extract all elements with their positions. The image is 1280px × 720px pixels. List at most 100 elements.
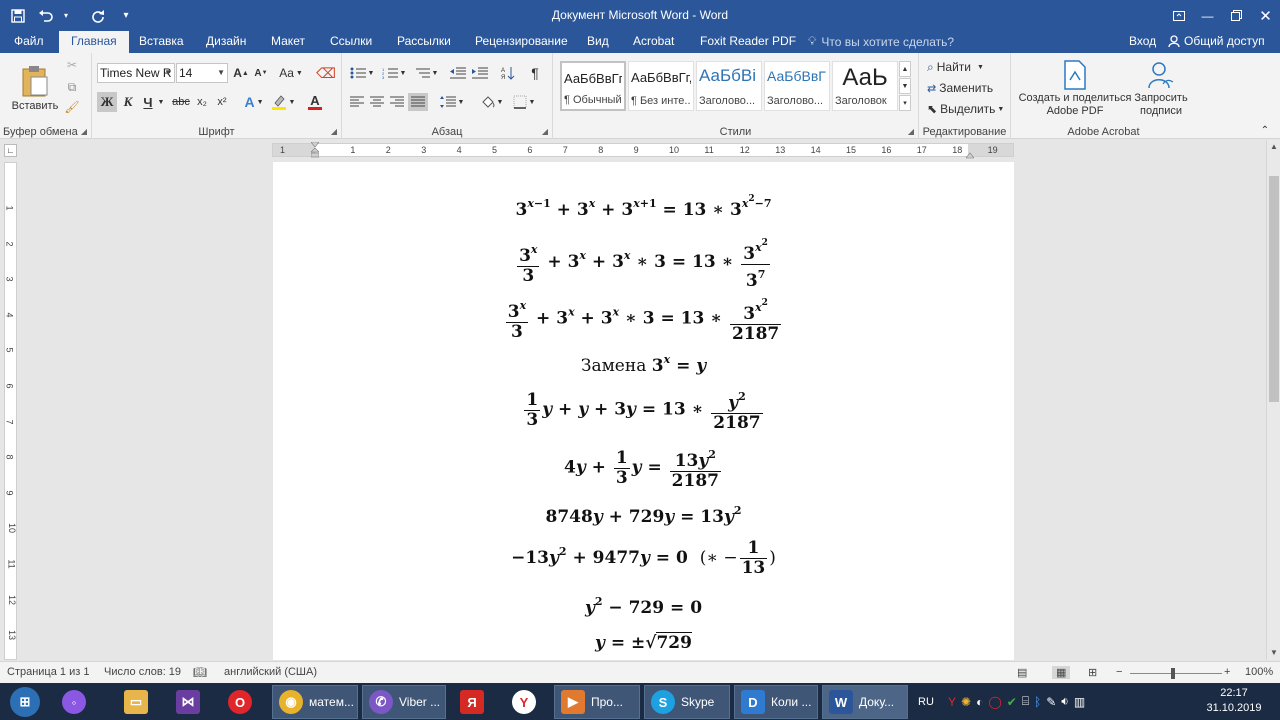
change-case-button[interactable]: Aa ▼	[278, 65, 304, 81]
tab-view[interactable]: Вид	[575, 31, 621, 53]
scroll-up-icon[interactable]: ▲	[1267, 140, 1280, 154]
restore-icon[interactable]	[1222, 0, 1251, 31]
strikethrough-button[interactable]: abc	[169, 92, 193, 112]
tab-design[interactable]: Дизайн	[194, 31, 258, 53]
language-indicator[interactable]: английский (США)	[224, 666, 317, 678]
format-painter-icon[interactable]: 🖌︎	[64, 99, 80, 115]
style-title[interactable]: АаЬ Заголовок	[832, 61, 898, 111]
font-name-box[interactable]: Times New R ▼	[97, 63, 175, 83]
copy-icon[interactable]: ⧉	[64, 79, 80, 95]
right-indent-marker-icon[interactable]	[965, 148, 975, 159]
taskbar-alice[interactable]: ◦	[62, 685, 86, 719]
multilevel-list-icon[interactable]: ▼	[412, 64, 440, 82]
style-no-spacing[interactable]: АаБбВвГг, ¶ Без инте...	[628, 61, 694, 111]
tab-review[interactable]: Рецензирование	[463, 31, 580, 53]
align-left-icon[interactable]	[348, 93, 366, 111]
taskbar-viber[interactable]: ✆ Viber ...	[362, 685, 446, 719]
tab-home[interactable]: Главная	[59, 31, 129, 53]
align-center-icon[interactable]	[368, 93, 386, 111]
style-normal[interactable]: АаБбВвГг, ¶ Обычный	[560, 61, 626, 111]
scroll-down-icon[interactable]: ▼	[1267, 646, 1280, 660]
tab-references[interactable]: Ссылки	[318, 31, 384, 53]
check-tray-icon[interactable]: ✔	[1007, 695, 1017, 709]
styles-launcher-icon[interactable]: ◢	[908, 127, 914, 136]
create-pdf-button[interactable]: Создать и поделиться Adobe PDF	[1015, 57, 1135, 121]
share-button[interactable]: Общий доступ	[1168, 34, 1265, 48]
taskbar-opera[interactable]: O	[228, 685, 252, 719]
taskbar-document-app[interactable]: D Коли ...	[734, 685, 818, 719]
tab-mailings[interactable]: Рассылки	[385, 31, 463, 53]
start-button[interactable]: ⊞	[4, 685, 46, 719]
network-icon[interactable]: ▥	[1074, 695, 1085, 709]
indent-marker-icon[interactable]	[310, 141, 320, 158]
styles-scroll-up-icon[interactable]: ▲	[899, 61, 911, 77]
paste-button[interactable]: Вставить	[8, 58, 62, 118]
increase-indent-icon[interactable]	[470, 64, 490, 82]
horizontal-ruler[interactable]: 1 1 2 3 4 5 6 7 8 9 10 11 12 13 14 15 16 17 18 19	[272, 141, 1014, 159]
subscript-button[interactable]: x₂	[193, 92, 211, 112]
tab-layout[interactable]: Макет	[259, 31, 317, 53]
taskbar-yandex[interactable]: Я	[460, 685, 484, 719]
style-heading-2[interactable]: АаБбВвГ Заголово...	[764, 61, 830, 111]
font-size-box[interactable]: 14 ▼	[176, 63, 228, 83]
tab-foxit[interactable]: Foxit Reader PDF	[688, 31, 808, 53]
volume-icon[interactable]: 🔉︎	[1061, 694, 1069, 709]
bold-button[interactable]: Ж	[97, 92, 117, 112]
word-count[interactable]: Число слов: 19	[104, 666, 181, 678]
page-count[interactable]: Страница 1 из 1	[7, 666, 89, 678]
sort-icon[interactable]: AЯ	[498, 64, 518, 82]
zoom-slider-thumb[interactable]	[1171, 668, 1175, 679]
zoom-out-icon[interactable]: −	[1116, 666, 1122, 678]
sun-tray-icon[interactable]: ✺	[961, 695, 971, 709]
input-language[interactable]: RU	[918, 683, 934, 720]
superscript-button[interactable]: x²	[213, 92, 231, 112]
tab-file[interactable]: Файл	[2, 31, 56, 53]
taskbar-chrome[interactable]: ◉ матем...	[272, 685, 358, 719]
web-layout-icon[interactable]: ⊞	[1088, 666, 1097, 679]
text-effects-icon[interactable]: A ▼	[242, 92, 266, 112]
clear-formatting-icon[interactable]: ⌫	[316, 65, 336, 81]
find-button[interactable]: ⌕ Найти ▼	[927, 58, 984, 76]
shrink-font-button[interactable]: A ▼	[253, 65, 269, 81]
line-spacing-icon[interactable]: ▼	[438, 93, 466, 111]
close-icon[interactable]: ✕	[1251, 0, 1280, 31]
opera-tray-icon[interactable]: ◯	[988, 695, 1001, 709]
style-heading-1[interactable]: АаБбВі Заголово...	[696, 61, 762, 111]
justify-icon[interactable]	[408, 93, 428, 111]
zoom-slider[interactable]	[1130, 673, 1222, 674]
yandex-tray-icon[interactable]: Y	[948, 695, 956, 709]
taskbar-explorer[interactable]: ▭	[124, 685, 148, 719]
pen-tray-icon[interactable]: ✎	[1046, 695, 1056, 709]
zoom-level[interactable]: 100%	[1245, 666, 1273, 678]
document-page[interactable]: 3x−1 + 3x + 3x+1 = 13 ∗ 3x2−7 3x 3 + 3x +…	[273, 162, 1014, 660]
taskbar-word[interactable]: W Доку...	[822, 685, 908, 719]
highlight-color-icon[interactable]: ▼	[270, 92, 296, 112]
tab-insert[interactable]: Вставка	[127, 31, 196, 53]
minimize-icon[interactable]: —	[1193, 0, 1222, 31]
vertical-scrollbar[interactable]: ▲ ▼	[1266, 140, 1280, 660]
font-color-button[interactable]: A	[302, 92, 328, 112]
sign-in-link[interactable]: Вход	[1129, 34, 1156, 48]
select-button[interactable]: ⬉ Выделить ▼	[927, 100, 1004, 118]
clipboard-launcher-icon[interactable]: ◢	[81, 127, 87, 136]
borders-icon[interactable]: ▼	[510, 93, 538, 111]
taskbar-yandex-browser[interactable]: Y	[512, 685, 536, 719]
numbering-icon[interactable]: 1 2 3 ▼	[380, 64, 408, 82]
ribbon-display-options-icon[interactable]	[1164, 0, 1193, 31]
usb-tray-icon[interactable]: ⌸	[1022, 694, 1029, 709]
taskbar-visual-studio[interactable]: ⋈	[176, 685, 200, 719]
tab-selector-icon[interactable]: ∟	[4, 144, 17, 157]
read-mode-icon[interactable]: ▤	[1017, 666, 1027, 679]
replace-button[interactable]: ⇄ Заменить	[927, 79, 993, 97]
game-tray-icon[interactable]: ◐	[976, 695, 983, 709]
bluetooth-tray-icon[interactable]: ᛒ	[1034, 695, 1041, 709]
font-launcher-icon[interactable]: ◢	[331, 127, 337, 136]
vertical-ruler[interactable]: 1 2 3 4 5 6 7 8 9 10 11 12 13	[4, 162, 17, 660]
decrease-indent-icon[interactable]	[448, 64, 468, 82]
underline-dropdown-icon[interactable]: ▼	[157, 92, 165, 112]
scrollbar-thumb[interactable]	[1269, 176, 1279, 402]
proofing-icon[interactable]: 📖︎	[193, 666, 207, 679]
underline-button[interactable]: Ч	[139, 92, 157, 112]
collapse-ribbon-icon[interactable]: ⌃	[1258, 123, 1272, 137]
bullets-icon[interactable]: ▼	[348, 64, 376, 82]
